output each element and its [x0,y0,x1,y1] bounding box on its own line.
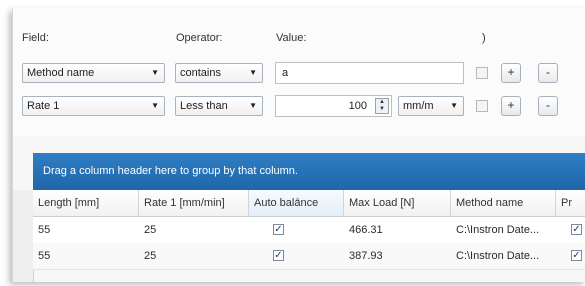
paren-checkbox-2[interactable] [476,100,488,112]
chevron-down-icon: ▼ [151,68,159,77]
cell-length: 55 [38,224,51,236]
chevron-down-icon: ▼ [249,101,257,110]
chevron-down-icon: ▼ [249,68,257,77]
chevron-down-icon: ▼ [450,101,458,110]
paren-checkbox-1[interactable] [476,67,488,79]
column-header-pr[interactable]: Pr [556,190,585,217]
value-input-1[interactable]: a [275,62,464,84]
cell-method-name: C:\Instron Date... [456,224,540,236]
cell-rate: 25 [144,250,157,262]
column-header-rate[interactable]: Rate 1 [mm/min] [139,190,249,217]
column-header-length[interactable]: Length [mm] [33,190,139,217]
group-by-panel[interactable]: Drag a column header here to group by th… [33,153,585,190]
pr-checkbox[interactable]: ✓ [571,224,582,235]
column-header-max-load[interactable]: Max Load [N] [344,190,451,217]
unit-select-2[interactable]: mm/m ▼ [398,96,464,116]
field-label: Field: [22,32,49,44]
value-number-2: 100 [348,100,367,112]
add-condition-button-2[interactable]: + [501,96,521,116]
cell-max-load: 466.31 [349,224,383,236]
remove-condition-button-2[interactable]: - [538,96,558,116]
field-select-1[interactable]: Method name ▼ [22,63,165,83]
row-indicator-column [13,190,34,282]
cell-method-name: C:\Instron Date... [456,250,540,262]
value-label: Value: [276,32,307,44]
operator-select-1[interactable]: contains ▼ [175,63,263,83]
auto-balance-checkbox[interactable]: ✓ [273,224,284,235]
value-number-input-2[interactable]: 100 ▲ ▼ [275,95,392,117]
field-select-1-value: Method name [27,67,95,79]
add-condition-button-1[interactable]: + [501,63,521,83]
sort-indicator-icon: ^ [296,198,300,205]
pr-checkbox[interactable]: ✓ [571,250,582,261]
filter-panel: Field: Operator: Value: ) Method name ▼ … [13,8,585,136]
table-row[interactable]: 55 25 ✓ 387.93 C:\Instron Date... ✓ [33,243,585,270]
operator-label: Operator: [176,32,223,44]
operator-select-2-value: Less than [180,100,228,112]
paren-label: ) [482,32,486,44]
operator-select-1-value: contains [180,67,221,79]
operator-select-2[interactable]: Less than ▼ [175,96,263,116]
cell-length: 55 [38,250,51,262]
field-select-2[interactable]: Rate 1 ▼ [22,96,165,116]
field-select-2-value: Rate 1 [27,100,60,112]
spin-buttons[interactable]: ▲ ▼ [375,98,389,114]
cell-max-load: 387.93 [349,250,383,262]
column-header-auto-balance[interactable]: ^ Auto balance [249,190,344,217]
unit-select-2-value: mm/m [403,100,434,112]
spin-down-icon[interactable]: ▼ [376,106,388,113]
auto-balance-checkbox[interactable]: ✓ [273,250,284,261]
filter-grid-window: Field: Operator: Value: ) Method name ▼ … [12,8,585,282]
table-row[interactable]: 55 25 ✓ 466.31 C:\Instron Date... ✓ [33,217,585,244]
remove-condition-button-1[interactable]: - [538,63,558,83]
cell-rate: 25 [144,224,157,236]
chevron-down-icon: ▼ [151,101,159,110]
spin-up-icon[interactable]: ▲ [376,99,388,106]
column-header-auto-balance-label: Auto balance [254,197,319,209]
column-header-method-name[interactable]: Method name [451,190,556,217]
